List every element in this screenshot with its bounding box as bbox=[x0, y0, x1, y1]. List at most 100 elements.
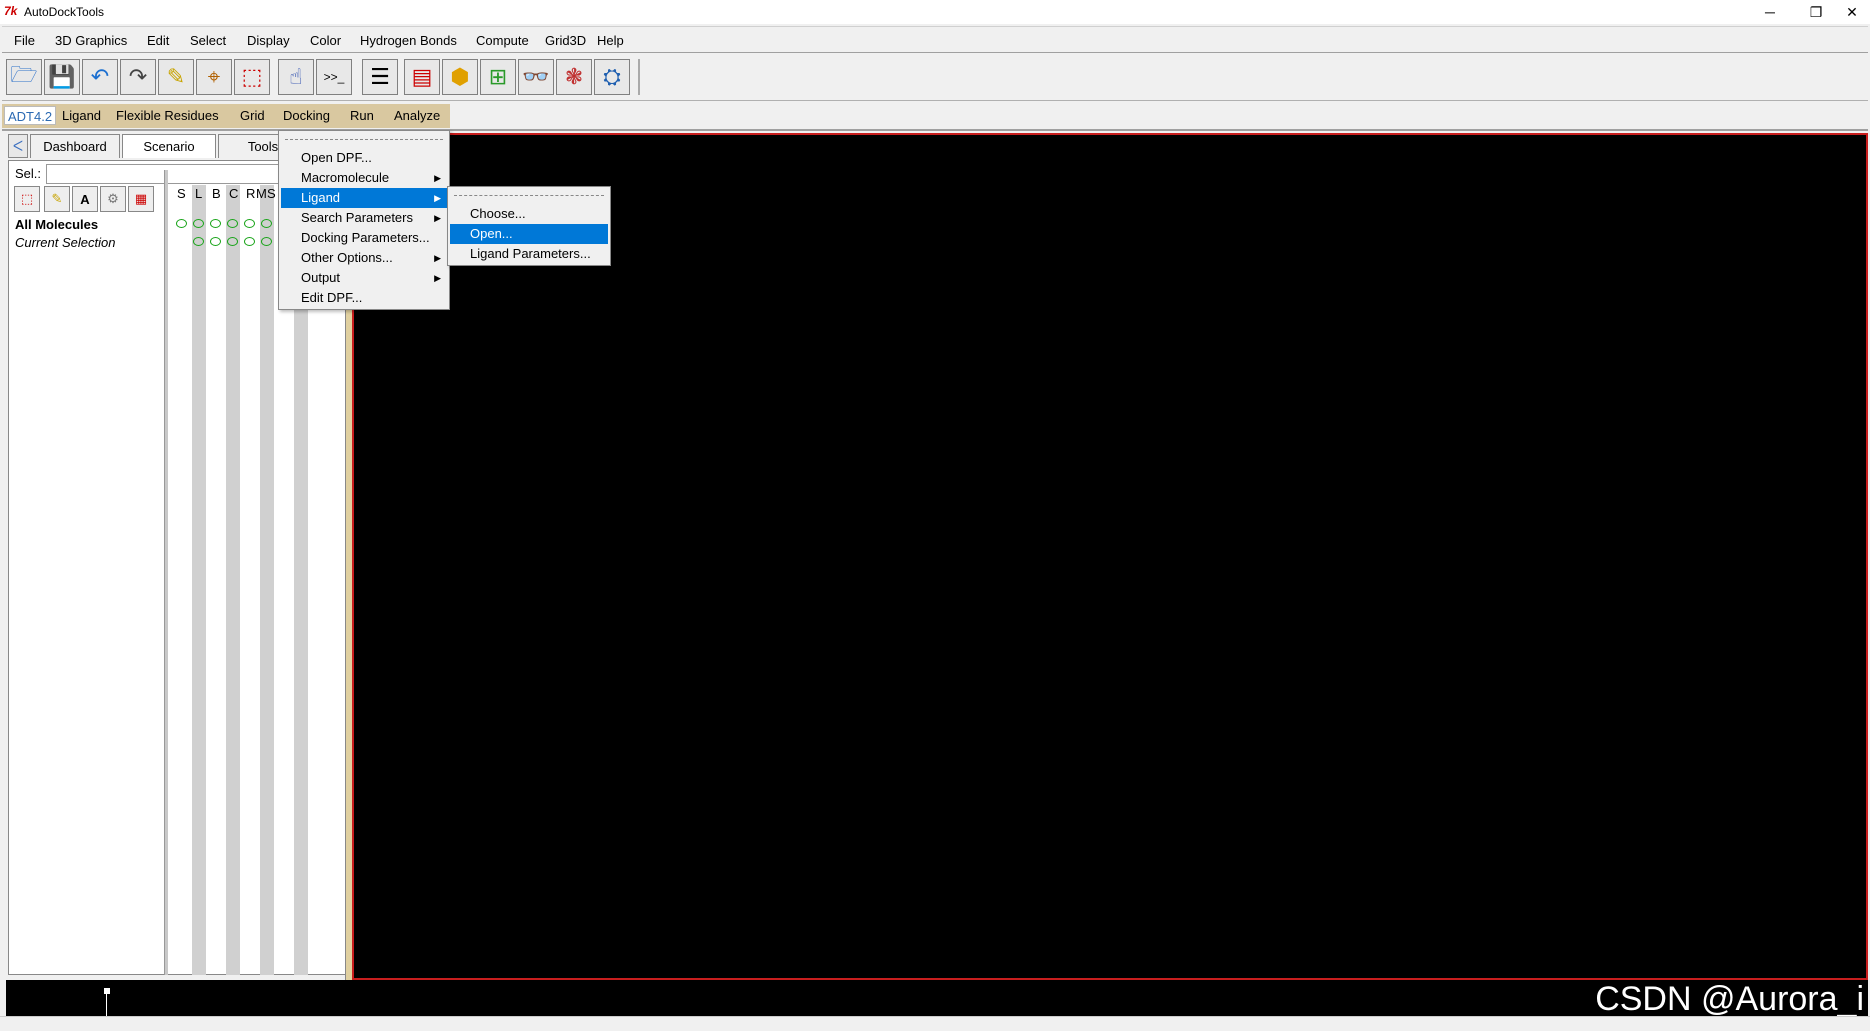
monitor-icon[interactable]: ▤ bbox=[404, 59, 440, 95]
minimize-button[interactable]: ─ bbox=[1747, 0, 1793, 24]
window-title: AutoDockTools bbox=[24, 5, 105, 19]
main-menubar: File 3D Graphics Edit Select Display Col… bbox=[2, 26, 1868, 53]
select-tool-icon[interactable]: ⬚ bbox=[14, 186, 40, 212]
menu-file[interactable]: File bbox=[14, 33, 35, 48]
column-stripe bbox=[226, 185, 240, 975]
toggle-circle[interactable] bbox=[193, 237, 204, 246]
selector-label: Sel.: bbox=[15, 166, 42, 181]
watermark-text: CSDN @Aurora_i bbox=[1595, 980, 1864, 1018]
submenu-arrow-icon: ▶ bbox=[434, 193, 441, 203]
text-align-icon[interactable]: ☰ bbox=[362, 59, 398, 95]
docking-menu: Open DPF... Macromolecule ▶ Ligand ▶ Searc… bbox=[278, 130, 450, 310]
dna-icon[interactable]: ❃ bbox=[556, 59, 592, 95]
adt-menu-run[interactable]: Run bbox=[350, 108, 374, 123]
ligand-submenu: Choose... Open... Ligand Parameters... bbox=[447, 186, 611, 266]
adt-menubar: ADT4.2 Ligand Flexible Residues Grid Doc… bbox=[2, 104, 450, 128]
toolbar: 🗁 💾 ↶ ↷ ✎ ⌖ ⬚ ☝ >>_ ☰ ▤ ⬢ ⊞ 👓 ❃ ⛭ bbox=[2, 55, 1868, 101]
tearoff-line[interactable] bbox=[454, 195, 604, 196]
menu-color[interactable]: Color bbox=[310, 33, 341, 48]
menu-item-ligand-parameters[interactable]: Ligand Parameters... bbox=[450, 244, 608, 264]
column-header-l[interactable]: L bbox=[195, 186, 202, 201]
adt-menu-ligand[interactable]: Ligand bbox=[62, 108, 101, 123]
column-header-m[interactable]: M bbox=[256, 186, 267, 201]
pencil-icon[interactable]: ✎ bbox=[158, 59, 194, 95]
adt-menu-analyze[interactable]: Analyze bbox=[394, 108, 440, 123]
menu-item-search-parameters[interactable]: Search Parameters ▶ bbox=[281, 208, 447, 228]
label-icon[interactable]: A bbox=[72, 186, 98, 212]
gear-icon[interactable]: ⚙ bbox=[100, 186, 126, 212]
toggle-circle[interactable] bbox=[261, 237, 272, 246]
toggle-circle[interactable] bbox=[210, 237, 221, 246]
tab-dashboard[interactable]: Dashboard bbox=[30, 134, 120, 158]
adt-menu-flexible-residues[interactable]: Flexible Residues bbox=[116, 108, 219, 123]
pmv-logo-icon[interactable]: ⛭ bbox=[594, 59, 630, 95]
menu-item-other-options[interactable]: Other Options... ▶ bbox=[281, 248, 447, 268]
column-header-c[interactable]: C bbox=[229, 186, 238, 201]
panel-divider[interactable] bbox=[164, 170, 168, 975]
toggle-circle[interactable] bbox=[193, 219, 204, 228]
tree-row-all-molecules[interactable]: All Molecules bbox=[15, 217, 98, 232]
color-sphere-icon[interactable]: ⬢ bbox=[442, 59, 478, 95]
tree-row-current-selection[interactable]: Current Selection bbox=[15, 235, 115, 250]
selection-icon[interactable]: ⬚ bbox=[234, 59, 270, 95]
status-strip bbox=[0, 1016, 1870, 1031]
tab-scenario[interactable]: Scenario bbox=[122, 134, 216, 158]
menu-item-edit-dpf[interactable]: Edit DPF... bbox=[281, 288, 447, 308]
column-stripe bbox=[260, 185, 274, 975]
adt-menu-grid[interactable]: Grid bbox=[240, 108, 265, 123]
collapse-arrow-icon[interactable]: ᐸ bbox=[8, 134, 28, 158]
submenu-arrow-icon: ▶ bbox=[434, 213, 441, 223]
submenu-arrow-icon: ▶ bbox=[434, 273, 441, 283]
toggle-circle[interactable] bbox=[261, 219, 272, 228]
menu-item-docking-parameters[interactable]: Docking Parameters... bbox=[281, 228, 447, 248]
tk-app-icon: 7k bbox=[4, 4, 18, 18]
column-stripe bbox=[192, 185, 206, 975]
menu-edit[interactable]: Edit bbox=[147, 33, 169, 48]
close-button[interactable]: ✕ bbox=[1829, 0, 1870, 24]
tree-icon[interactable]: ⊞ bbox=[480, 59, 516, 95]
python-shell-icon[interactable]: >>_ bbox=[316, 59, 352, 95]
timeline-bar[interactable] bbox=[6, 980, 1868, 1016]
column-header-b[interactable]: B bbox=[212, 186, 221, 201]
toggle-circle[interactable] bbox=[227, 219, 238, 228]
crosshair-icon[interactable]: ⌖ bbox=[196, 59, 232, 95]
menu-item-output[interactable]: Output ▶ bbox=[281, 268, 447, 288]
timeline-cursor bbox=[106, 988, 107, 1016]
menu-help[interactable]: Help bbox=[597, 33, 624, 48]
menu-item-macromolecule[interactable]: Macromolecule ▶ bbox=[281, 168, 447, 188]
menu-grid3d[interactable]: Grid3D bbox=[545, 33, 586, 48]
toggle-circle[interactable] bbox=[244, 237, 255, 246]
adt-version-item[interactable]: ADT4.2 bbox=[4, 106, 57, 125]
toggle-circle[interactable] bbox=[176, 219, 187, 228]
submenu-arrow-icon: ▶ bbox=[434, 173, 441, 183]
toggle-circle[interactable] bbox=[244, 219, 255, 228]
pencil-icon[interactable]: ✎ bbox=[44, 186, 70, 212]
timeline-handle[interactable] bbox=[104, 988, 110, 994]
menu-select[interactable]: Select bbox=[190, 33, 226, 48]
adt-menu-docking[interactable]: Docking bbox=[283, 108, 330, 123]
redo-icon[interactable]: ↷ bbox=[120, 59, 156, 95]
undo-icon[interactable]: ↶ bbox=[82, 59, 118, 95]
column-header-r[interactable]: R bbox=[246, 186, 255, 201]
toggle-circle[interactable] bbox=[227, 237, 238, 246]
3d-glasses-icon[interactable]: 👓 bbox=[518, 59, 554, 95]
menu-item-ligand[interactable]: Ligand ▶ bbox=[281, 188, 447, 208]
menu-item-choose[interactable]: Choose... bbox=[450, 204, 608, 224]
menu-hydrogen-bonds[interactable]: Hydrogen Bonds bbox=[360, 33, 457, 48]
toolbar-separator bbox=[638, 59, 640, 95]
menu-3d-graphics[interactable]: 3D Graphics bbox=[55, 33, 127, 48]
menu-item-open[interactable]: Open... bbox=[450, 224, 608, 244]
open-folder-icon[interactable]: 🗁 bbox=[6, 59, 42, 95]
submenu-arrow-icon: ▶ bbox=[434, 253, 441, 263]
save-icon[interactable]: 💾 bbox=[44, 59, 80, 95]
tearoff-line[interactable] bbox=[285, 139, 443, 140]
menu-display[interactable]: Display bbox=[247, 33, 290, 48]
menu-compute[interactable]: Compute bbox=[476, 33, 529, 48]
menu-item-open-dpf[interactable]: Open DPF... bbox=[281, 148, 447, 168]
column-header-s2[interactable]: S bbox=[267, 186, 276, 201]
hand-pointer-icon[interactable]: ☝ bbox=[278, 59, 314, 95]
bar-chart-icon[interactable]: ▦ bbox=[128, 186, 154, 212]
title-bar: 7k AutoDockTools ─ ❐ ✕ bbox=[0, 0, 1870, 24]
column-header-s[interactable]: S bbox=[177, 186, 186, 201]
toggle-circle[interactable] bbox=[210, 219, 221, 228]
